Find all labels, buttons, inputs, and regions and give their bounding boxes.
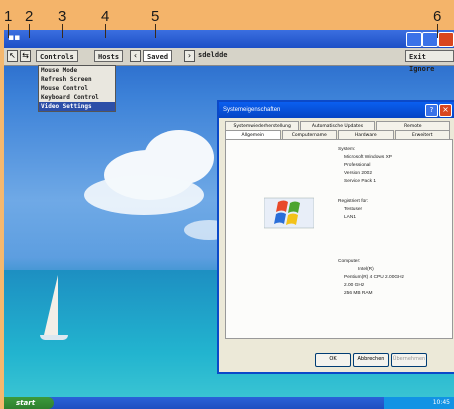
system-tray: 10:45 bbox=[384, 397, 454, 409]
callout-line bbox=[8, 24, 9, 38]
close-button[interactable] bbox=[438, 32, 454, 47]
cpu-model: Pentium(R) 4 CPU 2.00GHz bbox=[344, 275, 404, 280]
registered-org: LAN1 bbox=[344, 215, 356, 220]
app-icon: ▪▪ bbox=[8, 33, 21, 43]
controls-menu-button[interactable]: Controls bbox=[36, 50, 78, 62]
exit-ignore-button[interactable]: Exit Ignore bbox=[405, 50, 454, 73]
os-edition: Professional bbox=[344, 163, 371, 168]
minimize-button[interactable] bbox=[406, 32, 422, 47]
sailboat-icon bbox=[44, 275, 58, 335]
computer-heading: Computer: bbox=[338, 259, 361, 264]
cpu-vendor: Intel(R) bbox=[358, 267, 374, 272]
callout-6: 6 bbox=[433, 8, 442, 25]
registered-user: Testuser bbox=[344, 207, 363, 212]
wallpaper-cloud bbox=[84, 175, 204, 215]
next-host-icon[interactable]: › bbox=[184, 50, 195, 62]
tab-remote[interactable]: Remote bbox=[375, 121, 450, 130]
callout-4: 4 bbox=[101, 8, 110, 25]
registered-info-block: Registriert für: Testuser LAN1 bbox=[338, 198, 368, 222]
os-service-pack: Service Pack 1 bbox=[344, 179, 376, 184]
prev-host-icon[interactable]: ‹ bbox=[130, 50, 141, 62]
window-title: Systemeigenschaften bbox=[219, 102, 454, 118]
remote-desktop-screen: ▪▪ ↖ ⇆ Controls Hosts ‹ Saved › sdeldde … bbox=[4, 30, 454, 409]
menu-item-keyboard-control[interactable]: Keyboard Control bbox=[39, 93, 115, 102]
tab-automatische-updates[interactable]: Automatische Updates bbox=[300, 121, 375, 130]
callout-line bbox=[29, 24, 30, 38]
connect-icon[interactable]: ⇆ bbox=[20, 50, 31, 62]
tab-hardware[interactable]: Hardware bbox=[338, 130, 394, 139]
callout-line bbox=[105, 24, 106, 38]
help-button[interactable]: ? bbox=[425, 104, 438, 117]
taskbar: start 10:45 bbox=[4, 397, 454, 409]
tray-clock: 10:45 bbox=[432, 399, 450, 406]
computer-info-block: Computer: Intel(R) Pentium(R) 4 CPU 2.00… bbox=[338, 258, 404, 298]
maximize-button[interactable] bbox=[422, 32, 438, 47]
boat-hull bbox=[40, 335, 68, 340]
os-version: Version 2002 bbox=[344, 171, 373, 176]
general-tab-panel: System: Microsoft Windows XP Professiona… bbox=[225, 139, 453, 339]
callout-2: 2 bbox=[25, 8, 34, 25]
callout-1: 1 bbox=[4, 8, 13, 25]
callout-line bbox=[437, 24, 438, 38]
registered-heading: Registriert für: bbox=[338, 199, 369, 204]
menu-item-refresh-screen[interactable]: Refresh Screen bbox=[39, 75, 115, 84]
cpu-speed: 2.00 GHz bbox=[344, 283, 365, 288]
callout-strip: 1 2 3 4 5 6 bbox=[0, 0, 454, 30]
tab-computername[interactable]: Computername bbox=[281, 130, 337, 139]
saved-hosts-select[interactable]: Saved bbox=[143, 50, 173, 62]
os-name: Microsoft Windows XP bbox=[344, 155, 392, 160]
host-name-label: sdeldde bbox=[198, 51, 228, 59]
cancel-button[interactable]: Abbrechen bbox=[353, 353, 389, 367]
viewer-title-bar: ▪▪ bbox=[4, 30, 454, 48]
tab-systemwiederherstellung[interactable]: Systemwiederherstellung bbox=[225, 121, 300, 130]
tab-row-lower: Allgemein Computername Hardware Erweiter… bbox=[225, 130, 451, 139]
tab-row-upper: Systemwiederherstellung Automatische Upd… bbox=[225, 121, 451, 130]
tab-erweitert[interactable]: Erweitert bbox=[394, 130, 450, 139]
menu-item-mouse-control[interactable]: Mouse Control bbox=[39, 84, 115, 93]
start-button[interactable]: start bbox=[4, 397, 54, 409]
apply-button[interactable]: Übernehmen bbox=[391, 353, 427, 367]
ram-amount: 256 MB RAM bbox=[344, 291, 373, 296]
menu-item-video-settings[interactable]: Video Settings bbox=[39, 102, 115, 111]
menu-item-mouse-mode[interactable]: Mouse Mode bbox=[39, 66, 115, 75]
callout-line bbox=[155, 24, 156, 38]
ok-button[interactable]: OK bbox=[315, 353, 351, 367]
controls-dropdown-menu: Mouse Mode Refresh Screen Mouse Control … bbox=[38, 65, 116, 112]
system-heading: System: bbox=[338, 147, 356, 152]
pointer-icon[interactable]: ↖ bbox=[7, 50, 18, 62]
callout-3: 3 bbox=[58, 8, 67, 25]
window-close-button[interactable]: × bbox=[439, 104, 452, 117]
windows-xp-logo-icon bbox=[264, 197, 314, 229]
system-info-block: System: Microsoft Windows XP Professiona… bbox=[338, 146, 392, 186]
system-properties-window: Systemeigenschaften ? × Systemwiederhers… bbox=[217, 100, 454, 374]
callout-5: 5 bbox=[151, 8, 160, 25]
hosts-menu-button[interactable]: Hosts bbox=[94, 50, 124, 62]
viewer-toolbar: ↖ ⇆ Controls Hosts ‹ Saved › sdeldde Exi… bbox=[4, 48, 454, 73]
tab-allgemein[interactable]: Allgemein bbox=[225, 130, 281, 139]
callout-line bbox=[62, 24, 63, 38]
